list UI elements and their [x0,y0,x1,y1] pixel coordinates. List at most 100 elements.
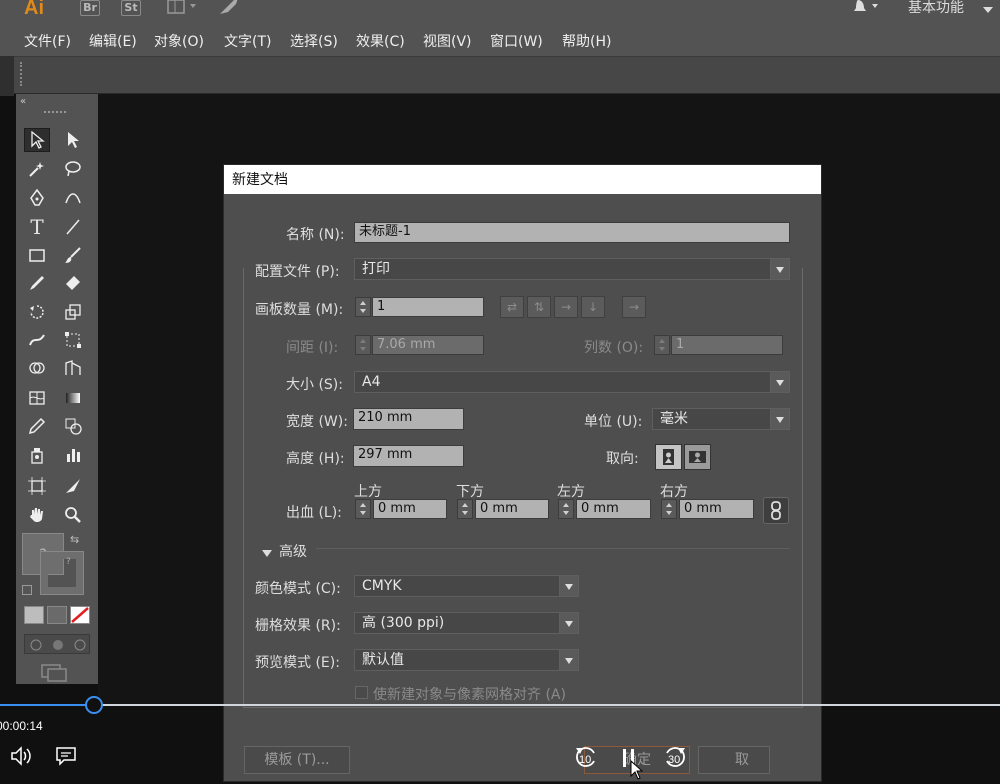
width-tool-icon[interactable] [24,328,50,352]
video-scrubber-handle[interactable] [85,696,103,714]
layout-direction-icon[interactable]: → [622,296,646,318]
pencil-tool-icon[interactable] [24,271,50,295]
landscape-orientation-icon[interactable] [684,444,711,470]
arrange-by-column-icon[interactable]: ↓ [581,296,605,318]
bleed-top-spinner-icon[interactable] [355,499,371,519]
control-bar-grip[interactable] [20,62,22,86]
menu-edit[interactable]: 编辑(E) [89,31,137,51]
direct-selection-tool-icon[interactable] [60,128,86,152]
screen-mode-icon[interactable] [40,662,68,682]
curvature-tool-icon[interactable] [60,186,86,210]
paintbrush-tool-icon[interactable] [60,243,86,267]
type-tool-icon[interactable]: T [24,215,50,239]
name-field[interactable]: 未标题-1 [354,222,790,243]
selection-tool-icon[interactable] [24,128,50,152]
free-transform-tool-icon[interactable] [60,328,86,352]
line-segment-tool-icon[interactable] [60,215,86,239]
swap-colors-icon[interactable]: ⇆ [70,533,79,546]
link-bleed-icon[interactable] [763,497,789,524]
profile-dropdown[interactable]: 打印 [354,258,790,280]
mesh-tool-icon[interactable] [24,386,50,410]
artboards-spinner-icon[interactable] [355,297,371,317]
arrange-by-row-icon[interactable]: → [554,296,578,318]
workspace-switcher[interactable]: 基本功能 [908,0,964,17]
color-mode-dropdown[interactable]: CMYK [354,575,579,597]
raster-effects-dropdown[interactable]: 高 (300 ppi) [354,612,579,634]
size-dropdown[interactable]: A4 [354,371,790,393]
stroke-swatch[interactable] [40,551,84,595]
arrange-documents-icon[interactable] [166,0,200,15]
preview-mode-dropdown[interactable]: 默认值 [354,649,579,671]
artboards-field[interactable]: 1 [372,297,484,317]
gradient-tool-icon[interactable] [60,386,86,410]
artboard-tool-icon[interactable] [24,474,50,498]
perspective-grid-tool-icon[interactable] [60,356,86,380]
bleed-label: 出血 (L): [286,505,342,521]
height-field[interactable]: 297 mm [353,445,464,467]
eraser-tool-icon[interactable] [60,271,86,295]
spacing-spinner-icon [355,335,371,355]
shape-builder-tool-icon[interactable] [24,356,50,380]
chevron-down-icon [559,613,578,633]
bleed-top-field[interactable]: 0 mm [373,499,447,519]
scale-tool-icon[interactable] [60,300,86,324]
workspace-chevron-icon[interactable] [983,3,993,13]
cancel-button[interactable]: 取 [698,746,770,774]
spacing-label: 间距 (I): [286,340,339,356]
grid-by-column-icon[interactable]: ⇅ [527,296,551,318]
blend-tool-icon[interactable] [60,414,86,438]
hand-tool-icon[interactable] [24,503,50,527]
bleed-bottom-field[interactable]: 0 mm [475,499,549,519]
gpu-rocket-icon[interactable] [216,0,240,18]
lasso-tool-icon[interactable] [60,157,86,181]
width-field[interactable]: 210 mm [353,408,464,430]
units-dropdown[interactable]: 毫米 [652,408,790,430]
tools-panel-grip[interactable] [44,111,66,115]
portrait-orientation-icon[interactable] [655,444,682,470]
bleed-right-field[interactable]: 0 mm [679,499,754,519]
menu-view[interactable]: 视图(V) [423,31,472,51]
menu-help[interactable]: 帮助(H) [562,31,611,51]
collapse-panel-icon[interactable]: « [20,96,26,107]
video-timecode: 00:00:14 [0,719,43,733]
bridge-button[interactable]: Br [80,0,100,16]
menu-select[interactable]: 选择(S) [290,31,338,51]
slice-tool-icon[interactable] [60,474,86,498]
gradient-mode-button[interactable] [47,606,67,624]
subtitles-icon[interactable] [55,745,77,767]
default-colors-icon[interactable] [22,585,32,595]
menu-type[interactable]: 文字(T) [224,31,271,51]
grid-by-row-icon[interactable]: ⇄ [500,296,524,318]
menu-effect[interactable]: 效果(C) [356,31,405,51]
advanced-disclosure-icon[interactable] [262,546,272,557]
menu-window[interactable]: 窗口(W) [490,31,543,51]
bleed-left-field[interactable]: 0 mm [576,499,651,519]
align-pixel-checkbox[interactable] [355,686,368,699]
notification-icon[interactable] [852,0,882,16]
color-mode-value: CMYK [362,578,402,594]
rectangle-tool-icon[interactable] [24,243,50,267]
column-graph-tool-icon[interactable] [60,443,86,467]
pen-tool-icon[interactable] [24,186,50,210]
symbol-sprayer-tool-icon[interactable] [24,443,50,467]
stock-button[interactable]: St [121,0,141,16]
video-timeline[interactable] [0,704,1000,706]
menu-object[interactable]: 对象(O) [154,31,204,51]
volume-icon[interactable] [10,745,34,767]
bleed-left-spinner-icon[interactable] [558,499,574,519]
color-mode-button[interactable] [24,606,44,624]
rotate-tool-icon[interactable] [24,300,50,324]
menu-file[interactable]: 文件(F) [24,31,71,51]
draw-modes-group[interactable] [24,634,90,654]
profile-value: 打印 [362,261,390,277]
eyedropper-tool-icon[interactable] [24,414,50,438]
magic-wand-tool-icon[interactable] [24,157,50,181]
size-label: 大小 (S): [286,377,343,393]
bleed-bottom-spinner-icon[interactable] [457,499,473,519]
none-mode-button[interactable] [70,606,90,624]
zoom-tool-icon[interactable] [60,503,86,527]
templates-button[interactable]: 模板 (T)... [244,746,350,774]
raster-effects-value: 高 (300 ppi) [362,615,445,631]
advanced-label[interactable]: 高级 [279,541,307,561]
bleed-right-spinner-icon[interactable] [661,499,677,519]
